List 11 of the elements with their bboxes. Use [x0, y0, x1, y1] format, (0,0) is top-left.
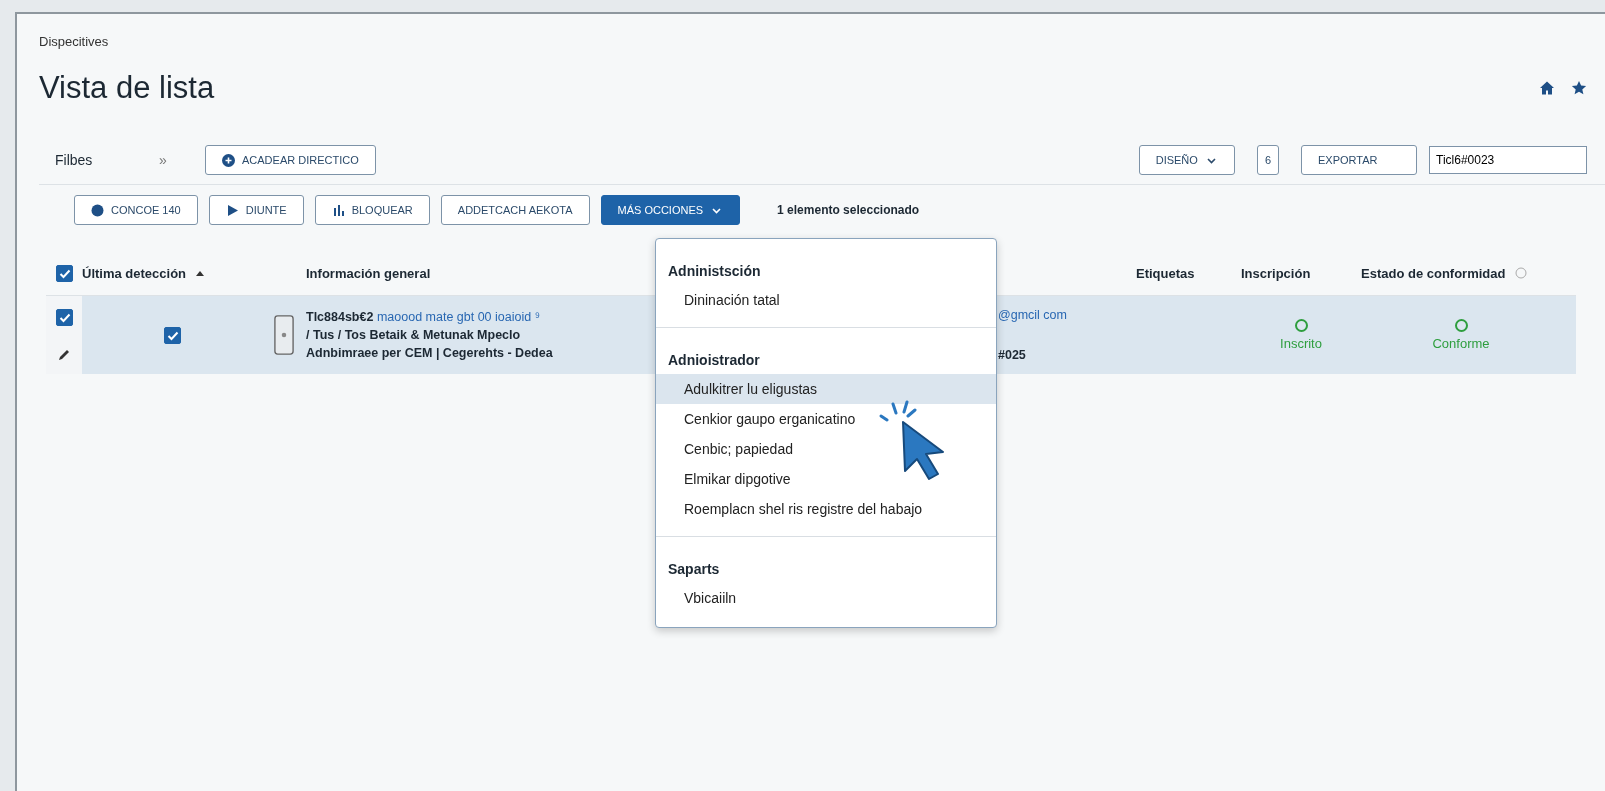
compliance-status: Conforme — [1432, 336, 1490, 351]
device-owner: Adnbimraee per CEM | Cegerehts - Dedea — [306, 346, 554, 360]
table-cell-text: #025 — [998, 348, 1027, 362]
page-title: Vista de lista — [39, 70, 215, 106]
selection-count: 1 elemento seleccionado — [777, 203, 920, 217]
menu-heading: Saparts — [667, 560, 721, 579]
menu-heading: Adninistsción — [667, 262, 762, 281]
enrollment-status: Inscrito — [1280, 336, 1322, 351]
device-id: Tlc884sb€2 — [306, 310, 374, 324]
device-path: / Tus / Tos Betaik & Metunak Mpeclo — [306, 328, 522, 342]
menu-heading: Adnioistrador — [667, 351, 761, 370]
